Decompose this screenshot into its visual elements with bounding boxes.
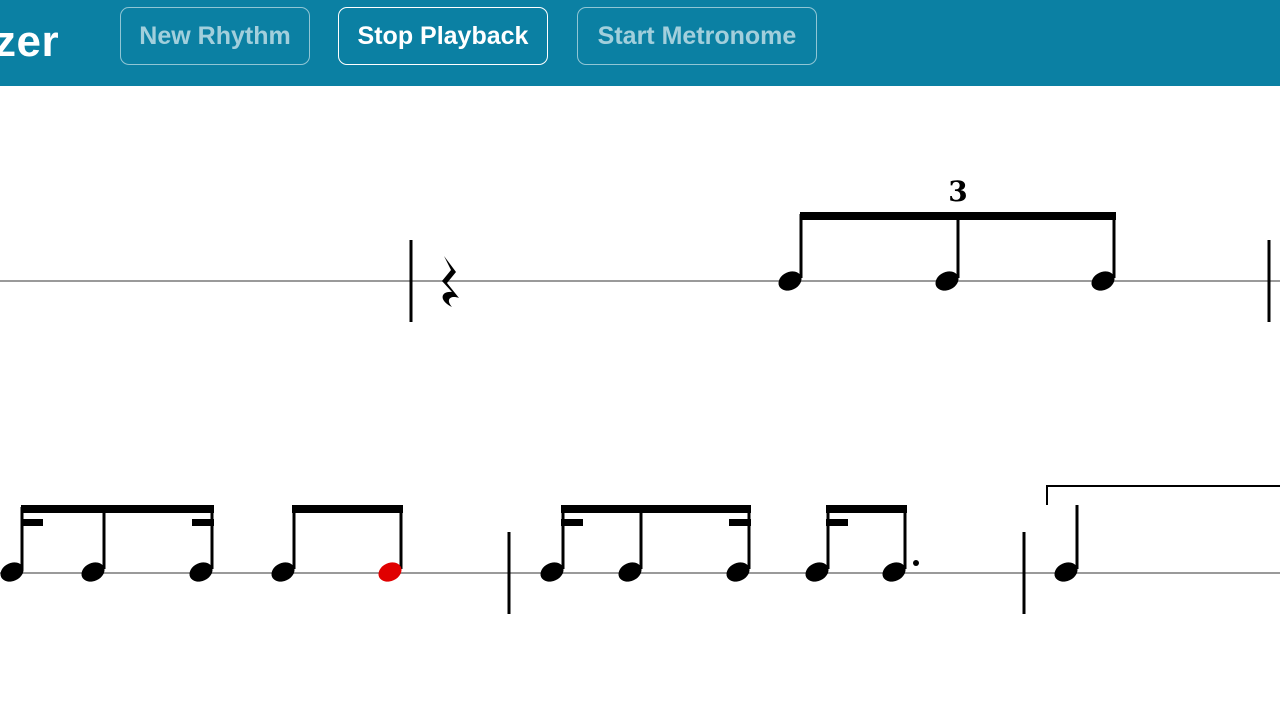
beam xyxy=(21,519,43,526)
stop-playback-button[interactable]: Stop Playback xyxy=(338,7,548,65)
beam xyxy=(292,505,403,513)
triplet-group: 3 xyxy=(778,175,1116,291)
app-title: zer xyxy=(0,17,60,66)
augmentation-dot-icon xyxy=(913,560,919,566)
beam xyxy=(561,505,751,513)
beam xyxy=(826,505,907,513)
tuplet-number: 3 xyxy=(948,175,967,208)
start-metronome-button[interactable]: Start Metronome xyxy=(577,7,817,65)
beam xyxy=(21,505,214,513)
rhythm-score: 3 xyxy=(0,175,1280,614)
tuplet-bracket xyxy=(1046,485,1280,505)
new-rhythm-button[interactable]: New Rhythm xyxy=(120,7,310,65)
header-bar: zer New Rhythm Stop Playback Start Metro… xyxy=(0,0,1280,86)
